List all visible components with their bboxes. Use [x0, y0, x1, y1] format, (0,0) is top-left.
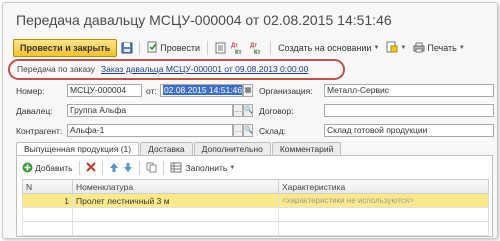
- tab-panel: Добавить Заполнить ▼ N Номенклатура Хара…: [16, 155, 493, 237]
- reports-icon: [386, 41, 398, 55]
- empty-cell: [278, 221, 489, 236]
- empty-cell: [72, 221, 279, 236]
- organization-label: Организация:: [259, 86, 313, 96]
- tab-delivery[interactable]: Доставка: [140, 142, 193, 156]
- selection-icon[interactable]: [170, 162, 182, 175]
- table-toolbar: Добавить Заполнить ▼: [22, 161, 235, 175]
- svg-text:Дт: Дт: [250, 43, 257, 49]
- empty-cell: [278, 207, 489, 222]
- post-icon: [147, 41, 158, 55]
- table-header-row: N Номенклатура Характеристика: [22, 179, 489, 194]
- main-toolbar: Провести и закрыть Провести Дт Кт Дт Кт Со…: [13, 39, 494, 57]
- warehouse-label: Склад:: [259, 126, 286, 136]
- page-title: Передача давальцу МСЦУ-000004 от 02.08.2…: [16, 12, 392, 28]
- column-header-feature[interactable]: Характеристика: [278, 179, 489, 194]
- table-row: [22, 207, 489, 222]
- toolbar-separator: [138, 161, 140, 175]
- date-field[interactable]: 02.08.2015 14:51:46: [160, 84, 243, 97]
- organization-field[interactable]: Металл-Сервис: [324, 84, 494, 97]
- create-based-on-button[interactable]: Создать на основании ▼: [276, 43, 381, 53]
- calendar-icon[interactable]: ▦: [243, 84, 253, 97]
- counterparty-label: Контрагент:: [16, 126, 63, 136]
- post-button-label: Провести: [160, 43, 201, 53]
- toolbar-separator: [207, 41, 209, 55]
- select-ellipsis-icon[interactable]: …: [233, 124, 243, 137]
- post-and-close-button[interactable]: Провести и закрыть: [13, 39, 118, 57]
- post-button[interactable]: Провести: [145, 41, 202, 55]
- open-icon[interactable]: 🔍: [243, 104, 253, 117]
- toolbar-separator: [162, 161, 164, 175]
- tolling-client-field[interactable]: Группа Альфа: [67, 104, 233, 117]
- svg-text:Дт: Дт: [231, 43, 238, 49]
- toolbar-separator: [78, 161, 80, 175]
- printer-icon: [413, 42, 425, 55]
- toolbar-separator: [139, 41, 141, 55]
- tolling-client-label: Давалец:: [16, 106, 53, 116]
- contract-field[interactable]: [324, 104, 494, 117]
- chevron-down-icon: ▼: [229, 165, 236, 171]
- fill-button[interactable]: Заполнить ▼: [186, 163, 236, 173]
- toolbar-separator: [101, 161, 103, 175]
- empty-cell: [72, 207, 279, 222]
- open-icon[interactable]: 🔍: [243, 124, 253, 137]
- date-value: 02.08.2015 14:51:46: [163, 85, 242, 95]
- basis-document-link[interactable]: Заказ давальца МСЦУ-000001 от 09.08.2013…: [101, 64, 308, 74]
- feature-cell[interactable]: <характеристики не используются>: [278, 193, 489, 208]
- move-up-icon[interactable]: [109, 162, 119, 175]
- save-icon[interactable]: [120, 41, 134, 55]
- tab-additional[interactable]: Дополнительно: [193, 142, 271, 156]
- svg-text:Кт: Кт: [254, 50, 261, 55]
- table-row[interactable]: 1 Пролет лестничный 3 м <характеристики …: [22, 193, 489, 208]
- item-cell[interactable]: Пролет лестничный 3 м: [72, 193, 279, 208]
- copy-icon[interactable]: [146, 162, 157, 175]
- chevron-down-icon: ▼: [373, 45, 380, 51]
- fill-button-label: Заполнить: [185, 163, 228, 173]
- products-table: N Номенклатура Характеристика 1 Пролет л…: [22, 179, 489, 236]
- row-number-cell[interactable]: 1: [22, 193, 73, 208]
- debit-credit-icon[interactable]: Дт Кт: [230, 41, 246, 55]
- column-header-item[interactable]: Номенклатура: [72, 179, 279, 194]
- add-button-label: Добавить: [35, 163, 73, 173]
- basis-document-row: Передача по заказу Заказ давальца МСЦУ-0…: [17, 63, 308, 75]
- add-icon: [22, 162, 33, 175]
- add-button[interactable]: Добавить: [22, 162, 73, 175]
- number-field[interactable]: МСЦУ-000004: [67, 84, 142, 97]
- table-row: [22, 221, 489, 236]
- reports-button[interactable]: ▼: [384, 41, 408, 55]
- select-ellipsis-icon[interactable]: …: [233, 104, 243, 117]
- create-based-on-label: Создать на основании: [278, 43, 372, 53]
- delete-icon[interactable]: [85, 162, 96, 174]
- print-button[interactable]: Печать ▼: [411, 42, 466, 55]
- tab-released-products[interactable]: Выпущенная продукция (1): [16, 142, 140, 156]
- print-button-label: Печать: [427, 43, 457, 53]
- document-window: Передача давальцу МСЦУ-000004 от 02.08.2…: [2, 2, 498, 239]
- chevron-down-icon: ▼: [400, 45, 407, 51]
- contract-label: Договор:: [259, 106, 294, 116]
- debit-credit-movements-icon[interactable]: Дт Кт: [249, 41, 265, 55]
- svg-text:Кт: Кт: [235, 50, 242, 55]
- column-header-n[interactable]: N: [22, 179, 73, 194]
- warehouse-field[interactable]: Склад готовой продукции: [324, 124, 494, 137]
- tab-bar: Выпущенная продукция (1) Доставка Дополн…: [16, 142, 342, 156]
- list-icon[interactable]: [213, 41, 227, 55]
- number-label: Номер:: [16, 86, 45, 96]
- empty-cell: [22, 221, 73, 236]
- date-label: от:: [146, 86, 157, 96]
- empty-cell: [22, 207, 73, 222]
- toolbar-separator: [270, 41, 272, 55]
- basis-label: Передача по заказу: [17, 64, 96, 74]
- counterparty-field[interactable]: Альфа-1: [67, 124, 233, 137]
- tab-comment[interactable]: Комментарий: [271, 142, 342, 156]
- move-down-icon[interactable]: [123, 162, 133, 175]
- chevron-down-icon: ▼: [458, 45, 465, 51]
